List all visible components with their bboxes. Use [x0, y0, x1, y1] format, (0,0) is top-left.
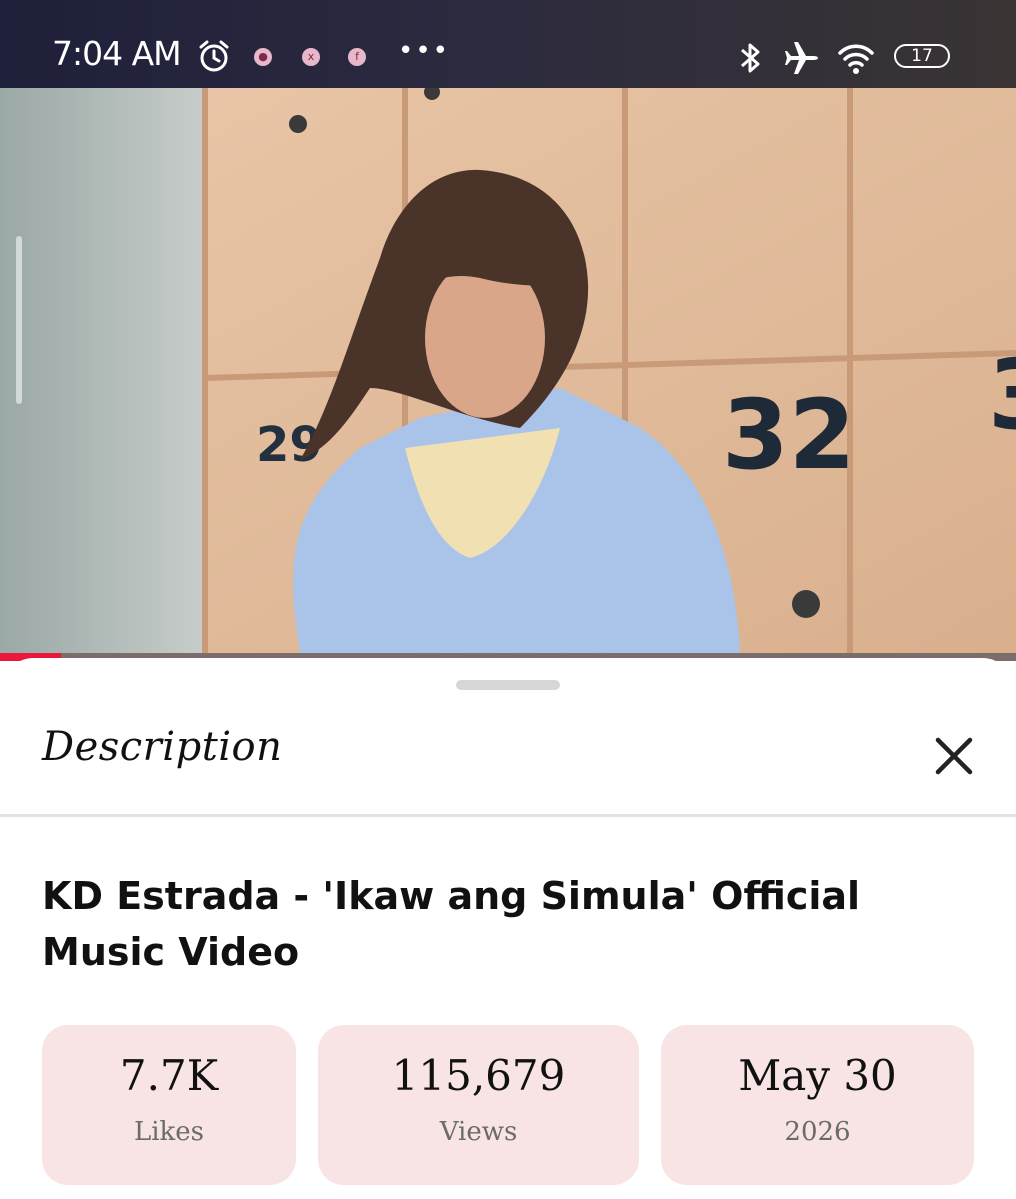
- airplane-mode-icon: [785, 42, 818, 74]
- likes-stat-card: 7.7K Likes: [42, 1025, 296, 1185]
- publish-date: May 30: [738, 1051, 897, 1100]
- views-label: Views: [439, 1117, 518, 1147]
- alarm-clock-icon: [199, 40, 229, 72]
- bluetooth-icon: [741, 43, 760, 73]
- side-scroll-indicator[interactable]: [16, 236, 22, 404]
- locker-number-32: 32: [722, 379, 856, 491]
- header-divider: [0, 814, 1016, 817]
- video-overlay-text: BERN: [0, 644, 1016, 653]
- likes-count: 7.7K: [119, 1051, 219, 1100]
- views-count: 115,679: [391, 1051, 566, 1100]
- sheet-title: Description: [42, 724, 283, 770]
- views-stat-card: 115,679 Views: [318, 1025, 639, 1185]
- video-player[interactable]: 29 32 3 BERN: [0, 88, 1016, 653]
- x-app-icon: x: [302, 48, 320, 66]
- wifi-icon: [838, 44, 874, 74]
- publish-date-card: May 30 2026: [661, 1025, 974, 1185]
- more-notifications-icon: •••: [398, 36, 451, 66]
- video-title: KD Estrada - 'Ikaw ang Simula' Official …: [42, 874, 861, 974]
- description-sheet: Description KD Estrada - 'Ikaw ang Simul…: [0, 658, 1016, 1199]
- messenger-icon: ●: [254, 48, 272, 66]
- battery-indicator: 17: [894, 44, 950, 68]
- status-time: 7:04 AM: [52, 34, 182, 73]
- close-icon[interactable]: [926, 728, 982, 784]
- status-bar: 7:04 AM ● x f ••• 17: [0, 0, 1016, 88]
- sheet-drag-handle[interactable]: [456, 680, 560, 690]
- video-frame: 29 32 3: [0, 88, 1016, 653]
- facebook-icon: f: [348, 48, 366, 66]
- svg-text:3: 3: [988, 339, 1016, 451]
- likes-label: Likes: [133, 1117, 205, 1147]
- publish-year: 2026: [784, 1117, 851, 1147]
